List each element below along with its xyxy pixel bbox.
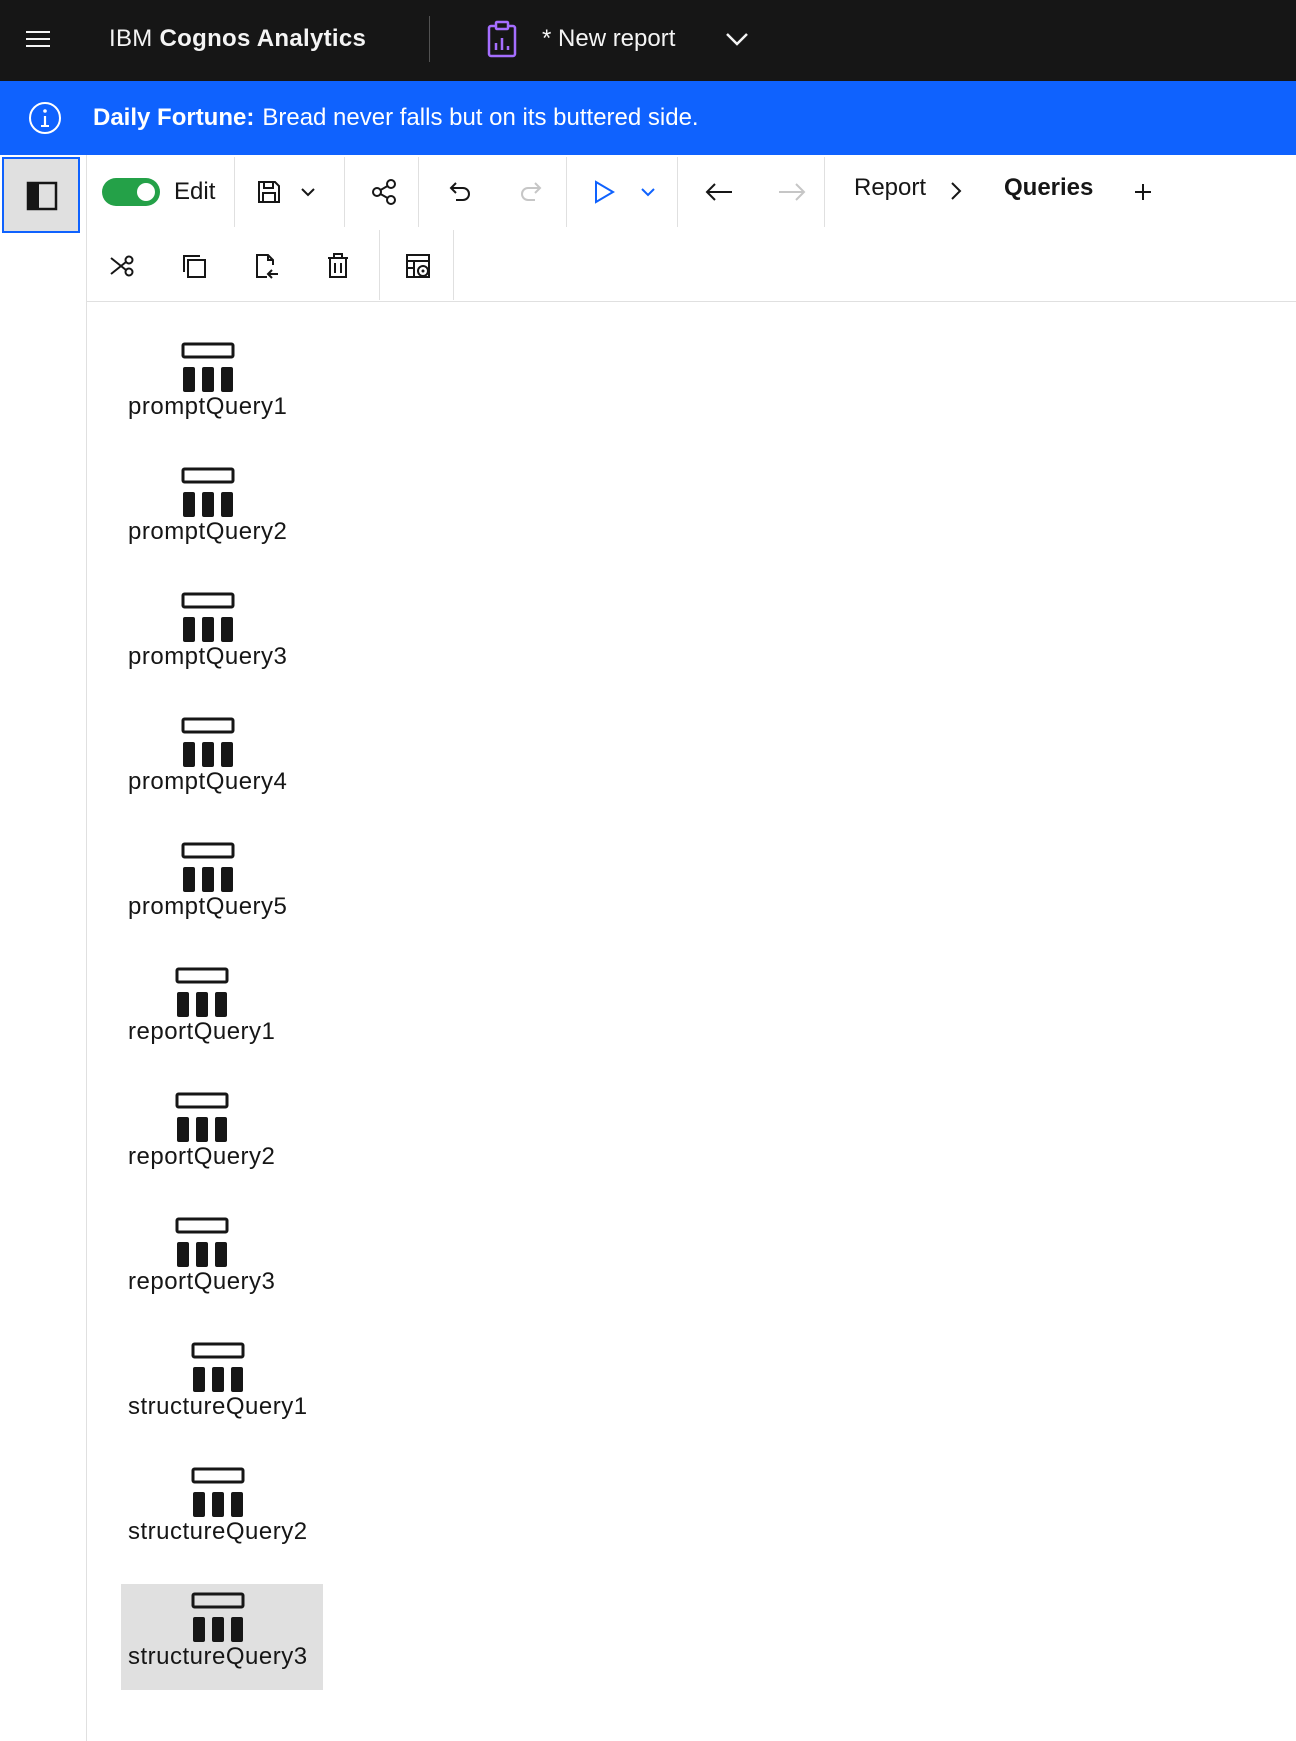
redo-icon bbox=[521, 182, 542, 201]
top-bar: IBM Cognos Analytics * New report bbox=[0, 0, 1296, 81]
toolbar-divider bbox=[824, 157, 825, 227]
query-icon bbox=[181, 342, 234, 392]
toolbar-divider bbox=[453, 230, 454, 300]
query-name: reportQuery2 bbox=[128, 1143, 276, 1170]
toolbar-divider bbox=[677, 157, 678, 227]
play-icon bbox=[595, 180, 615, 204]
query-icon bbox=[181, 717, 234, 767]
paste-icon bbox=[256, 254, 278, 279]
query-name: reportQuery1 bbox=[128, 1018, 276, 1045]
toggle-side-panel-button[interactable] bbox=[2, 157, 80, 233]
query-item[interactable]: promptQuery5 bbox=[121, 834, 323, 940]
copy-button[interactable] bbox=[167, 243, 221, 289]
toolbar-divider bbox=[344, 157, 345, 227]
hamburger-icon[interactable] bbox=[22, 26, 54, 56]
trash-icon bbox=[328, 253, 348, 278]
query-icon bbox=[181, 842, 234, 892]
edit-label: Edit bbox=[174, 178, 216, 205]
banner-label: Daily Fortune: bbox=[93, 104, 255, 131]
add-button[interactable] bbox=[1123, 172, 1163, 212]
copy-icon bbox=[183, 255, 206, 278]
paste-button[interactable] bbox=[239, 243, 293, 289]
delete-button[interactable] bbox=[311, 243, 365, 289]
product-name: Cognos Analytics bbox=[159, 25, 367, 52]
query-name: promptQuery4 bbox=[128, 768, 288, 795]
save-button[interactable] bbox=[247, 172, 291, 212]
query-name: structureQuery1 bbox=[128, 1393, 308, 1420]
query-icon bbox=[175, 967, 228, 1017]
edit-toggle[interactable] bbox=[102, 178, 160, 206]
toolbar: Edit Report Queries bbox=[87, 155, 1296, 302]
breadcrumb-queries[interactable]: Queries bbox=[1004, 172, 1093, 204]
query-item[interactable]: reportQuery3 bbox=[121, 1209, 323, 1315]
toolbar-divider bbox=[566, 157, 567, 227]
query-icon bbox=[175, 1217, 228, 1267]
forward-button[interactable] bbox=[765, 172, 819, 212]
arrow-left-icon bbox=[705, 183, 732, 201]
product-title: IBM Cognos Analytics bbox=[109, 22, 366, 56]
query-icon bbox=[191, 1592, 245, 1642]
query-name: structureQuery2 bbox=[128, 1518, 308, 1545]
breadcrumb-report[interactable]: Report bbox=[854, 172, 926, 204]
query-icon bbox=[181, 592, 234, 642]
query-item[interactable]: promptQuery4 bbox=[121, 709, 323, 815]
clipboard-report-icon bbox=[487, 20, 517, 58]
redo-button[interactable] bbox=[504, 172, 558, 212]
chevron-down-icon bbox=[641, 188, 655, 197]
undo-icon bbox=[449, 182, 470, 201]
query-name: reportQuery3 bbox=[128, 1268, 276, 1295]
query-icon bbox=[181, 467, 234, 517]
toolbar-divider bbox=[418, 157, 419, 227]
query-name: promptQuery1 bbox=[128, 393, 288, 420]
query-item[interactable]: promptQuery1 bbox=[121, 334, 323, 440]
query-name: promptQuery2 bbox=[128, 518, 288, 545]
arrow-right-icon bbox=[779, 183, 806, 201]
query-item[interactable]: promptQuery2 bbox=[121, 459, 323, 565]
side-panel-icon bbox=[26, 181, 58, 211]
table-settings-icon bbox=[406, 254, 430, 278]
product-prefix: IBM bbox=[109, 25, 160, 52]
chevron-right-icon bbox=[951, 182, 962, 200]
query-item[interactable]: reportQuery2 bbox=[121, 1084, 323, 1190]
query-item[interactable]: promptQuery3 bbox=[121, 584, 323, 690]
query-name: promptQuery3 bbox=[128, 643, 288, 670]
run-options-button[interactable] bbox=[632, 172, 664, 212]
query-icon bbox=[191, 1342, 245, 1392]
query-icon bbox=[191, 1467, 245, 1517]
header-divider bbox=[429, 16, 430, 62]
cut-icon bbox=[110, 255, 134, 277]
undo-button[interactable] bbox=[433, 172, 487, 212]
banner-message: Bread never falls but on its buttered si… bbox=[262, 104, 699, 131]
query-item[interactable]: reportQuery1 bbox=[121, 959, 323, 1065]
daily-fortune-banner: Daily Fortune: Bread never falls but on i… bbox=[0, 81, 1296, 155]
info-icon bbox=[29, 102, 61, 134]
query-name: promptQuery5 bbox=[128, 893, 288, 920]
save-options-button[interactable] bbox=[292, 172, 324, 212]
left-rail bbox=[0, 155, 87, 1741]
chevron-down-icon[interactable] bbox=[722, 22, 752, 56]
query-name: structureQuery3 bbox=[128, 1643, 308, 1670]
report-title[interactable]: * New report bbox=[542, 22, 675, 56]
share-button[interactable] bbox=[357, 172, 411, 212]
query-item[interactable]: structureQuery1 bbox=[121, 1334, 323, 1440]
toolbar-divider bbox=[234, 157, 235, 227]
queries-canvas: promptQuery1 promptQuery2 promptQuery3 prom… bbox=[87, 302, 1296, 1741]
add-icon bbox=[1135, 184, 1151, 200]
query-icon bbox=[175, 1092, 228, 1142]
cut-button[interactable] bbox=[95, 243, 149, 289]
share-icon bbox=[372, 179, 396, 205]
run-button[interactable] bbox=[580, 172, 628, 212]
save-icon bbox=[258, 181, 280, 203]
query-item[interactable]: structureQuery2 bbox=[121, 1459, 323, 1565]
back-button[interactable] bbox=[692, 172, 746, 212]
banner-text: Daily Fortune: Bread never falls but on i… bbox=[93, 101, 699, 135]
toolbar-divider bbox=[379, 230, 380, 300]
query-item[interactable]: structureQuery3 bbox=[121, 1584, 323, 1690]
properties-button[interactable] bbox=[391, 243, 445, 289]
chevron-down-icon bbox=[301, 188, 315, 197]
